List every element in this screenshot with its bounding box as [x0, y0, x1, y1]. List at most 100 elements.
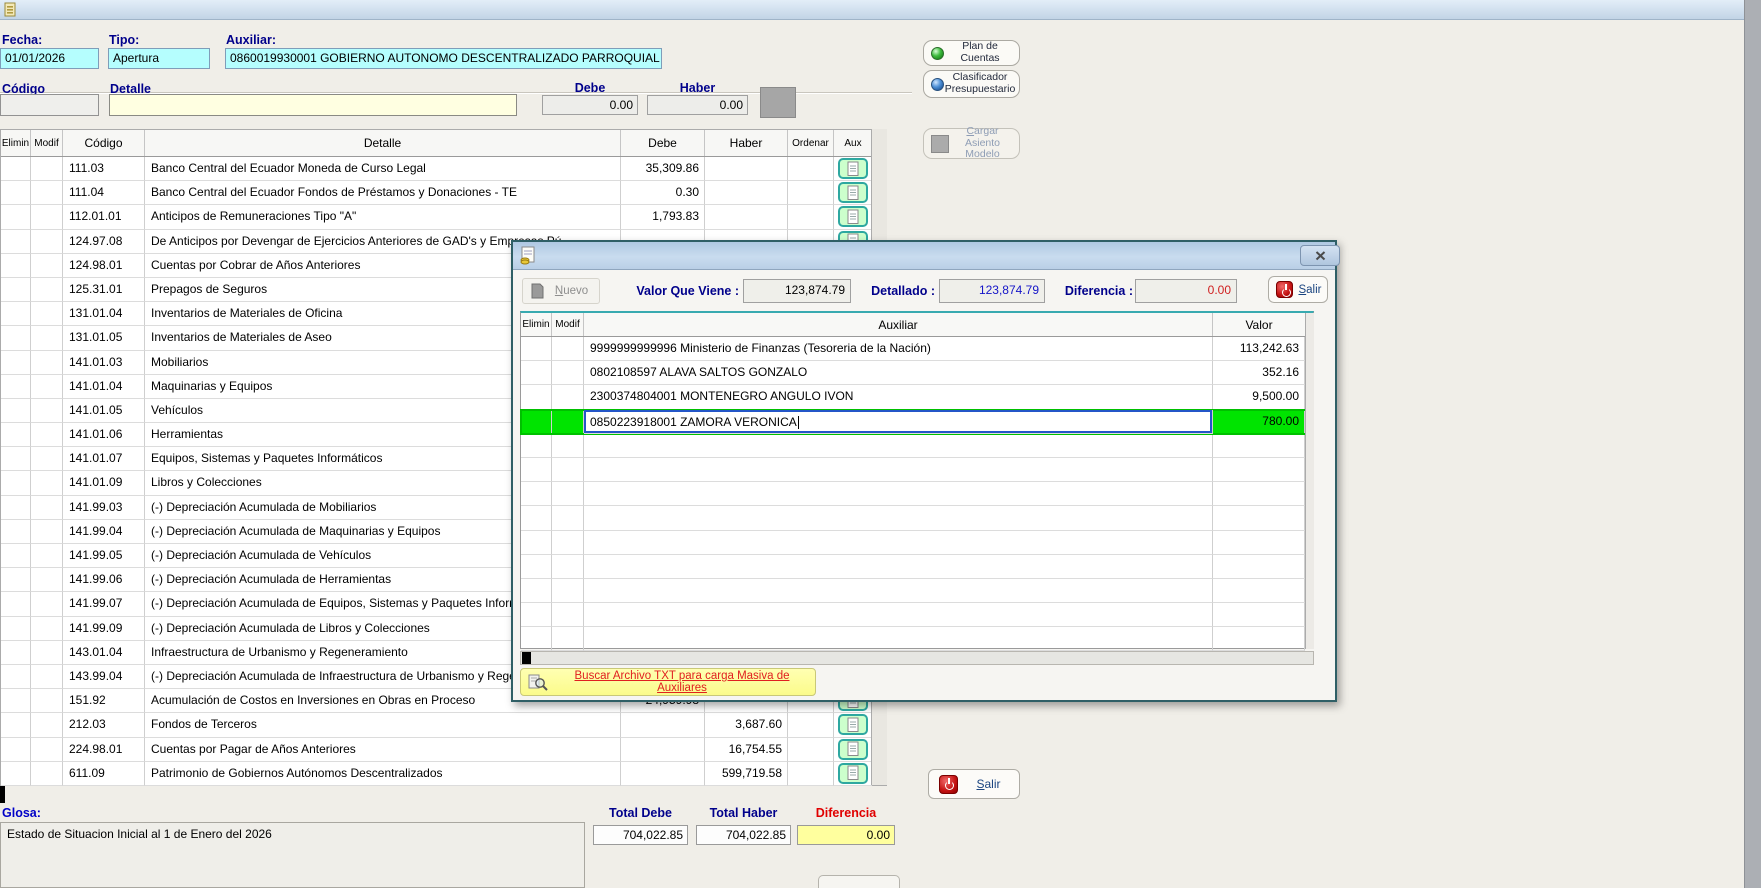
elimin-cell[interactable]	[1, 423, 31, 447]
modif-cell[interactable]	[31, 326, 63, 350]
modif-cell[interactable]	[31, 351, 63, 375]
header-codigo[interactable]: Código	[63, 130, 145, 156]
elimin-cell[interactable]	[1, 762, 31, 786]
codigo-input[interactable]	[0, 94, 99, 116]
modif-cell[interactable]	[31, 181, 63, 205]
elimin-cell[interactable]	[1, 496, 31, 520]
gray-square-button[interactable]	[760, 87, 796, 118]
tipo-input[interactable]: Apertura	[108, 48, 210, 69]
auxiliar-edit-cell[interactable]: 0850223918001 ZAMORA VERONICA	[584, 410, 1213, 434]
aux-button[interactable]	[838, 763, 868, 784]
glosa-textarea[interactable]: Estado de Situacion Inicial al 1 de Ener…	[0, 822, 585, 888]
modif-cell[interactable]	[552, 385, 584, 409]
modif-cell[interactable]	[552, 506, 584, 530]
fecha-input[interactable]: 01/01/2026	[0, 48, 99, 69]
ordenar-cell[interactable]	[788, 762, 834, 786]
auxiliar-cell[interactable]	[584, 506, 1213, 530]
elimin-cell[interactable]	[1, 375, 31, 399]
modif-cell[interactable]	[552, 603, 584, 627]
modif-cell[interactable]	[552, 337, 584, 361]
modif-cell[interactable]	[552, 434, 584, 458]
modif-cell[interactable]	[552, 458, 584, 482]
salir-button[interactable]: Salir	[928, 769, 1020, 799]
elimin-cell[interactable]	[1, 520, 31, 544]
modif-cell[interactable]	[31, 157, 63, 181]
modif-cell[interactable]	[552, 482, 584, 506]
debe-input[interactable]: 0.00	[542, 95, 638, 115]
elimin-cell[interactable]	[521, 506, 552, 530]
modif-cell[interactable]	[31, 738, 63, 762]
cargar-asiento-modelo-button[interactable]: Cargar Asiento Modelo	[923, 128, 1020, 159]
detalle-input[interactable]	[109, 94, 517, 116]
elimin-cell[interactable]	[1, 326, 31, 350]
aux-table-scrollbar[interactable]	[1305, 313, 1314, 649]
modif-cell[interactable]	[31, 592, 63, 616]
aux-header-auxiliar[interactable]: Auxiliar	[584, 313, 1213, 336]
dialog-titlebar[interactable]	[513, 242, 1335, 270]
modif-cell[interactable]	[31, 423, 63, 447]
elimin-cell[interactable]	[1, 641, 31, 665]
auxiliar-cell[interactable]	[584, 603, 1213, 627]
modif-cell[interactable]	[552, 361, 584, 385]
ordenar-cell[interactable]	[788, 738, 834, 762]
modif-cell[interactable]	[552, 579, 584, 603]
modif-cell[interactable]	[31, 230, 63, 254]
modif-cell[interactable]	[31, 278, 63, 302]
valor-cell[interactable]	[1213, 458, 1305, 482]
valor-cell[interactable]	[1213, 531, 1305, 555]
aux-hscrollbar[interactable]	[520, 651, 1314, 665]
modif-cell[interactable]	[31, 665, 63, 689]
close-button[interactable]	[1300, 245, 1340, 266]
elimin-cell[interactable]	[521, 627, 552, 651]
auxiliar-cell[interactable]	[584, 555, 1213, 579]
auxiliar-cell[interactable]	[584, 482, 1213, 506]
modif-cell[interactable]	[552, 627, 584, 651]
aux-button[interactable]	[838, 714, 868, 735]
modif-cell[interactable]	[31, 399, 63, 423]
valor-cell[interactable]	[1213, 434, 1305, 458]
elimin-cell[interactable]	[521, 579, 552, 603]
elimin-cell[interactable]	[521, 337, 552, 361]
elimin-cell[interactable]	[1, 568, 31, 592]
modif-cell[interactable]	[31, 544, 63, 568]
haber-input[interactable]: 0.00	[647, 95, 748, 115]
aux-button[interactable]	[838, 158, 868, 179]
modif-cell[interactable]	[31, 447, 63, 471]
modif-cell[interactable]	[31, 375, 63, 399]
elimin-cell[interactable]	[521, 555, 552, 579]
elimin-cell[interactable]	[521, 410, 552, 434]
modif-cell[interactable]	[31, 496, 63, 520]
ordenar-cell[interactable]	[788, 181, 834, 205]
valor-cell[interactable]	[1213, 579, 1305, 603]
elimin-cell[interactable]	[1, 278, 31, 302]
modif-cell[interactable]	[552, 410, 584, 434]
modif-cell[interactable]	[31, 568, 63, 592]
elimin-cell[interactable]	[521, 603, 552, 627]
elimin-cell[interactable]	[1, 399, 31, 423]
elimin-cell[interactable]	[1, 592, 31, 616]
modif-cell[interactable]	[31, 520, 63, 544]
aux-button[interactable]	[838, 206, 868, 227]
modif-cell[interactable]	[31, 762, 63, 786]
header-detalle[interactable]: Detalle	[145, 130, 621, 156]
buscar-txt-button[interactable]: Buscar Archivo TXT para carga Masiva de …	[520, 668, 816, 696]
elimin-cell[interactable]	[1, 181, 31, 205]
aux-hscroll-thumb[interactable]	[522, 652, 531, 664]
valor-cell[interactable]	[1213, 482, 1305, 506]
modif-cell[interactable]	[552, 555, 584, 579]
modif-cell[interactable]	[31, 617, 63, 641]
elimin-cell[interactable]	[521, 482, 552, 506]
auxiliar-cell[interactable]	[584, 531, 1213, 555]
modif-cell[interactable]	[31, 713, 63, 737]
ordenar-cell[interactable]	[788, 205, 834, 229]
aux-header-valor[interactable]: Valor	[1213, 313, 1305, 336]
elimin-cell[interactable]	[1, 471, 31, 495]
elimin-cell[interactable]	[521, 361, 552, 385]
elimin-cell[interactable]	[1, 230, 31, 254]
elimin-cell[interactable]	[1, 689, 31, 713]
auxiliar-edit-input[interactable]: 0850223918001 ZAMORA VERONICA	[584, 410, 1212, 433]
modif-cell[interactable]	[31, 254, 63, 278]
elimin-cell[interactable]	[521, 531, 552, 555]
elimin-cell[interactable]	[1, 738, 31, 762]
modif-cell[interactable]	[31, 205, 63, 229]
